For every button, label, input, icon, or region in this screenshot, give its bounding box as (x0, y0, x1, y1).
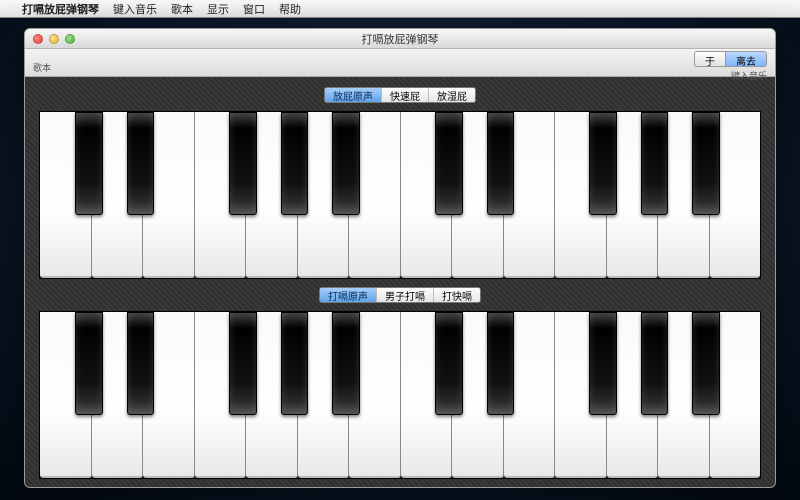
black-key[interactable] (229, 312, 256, 415)
black-key[interactable] (641, 112, 668, 215)
window-titlebar: 打嗝放屁弹钢琴 (25, 29, 775, 49)
menu-app[interactable]: 打嗝放屁弹钢琴 (22, 1, 99, 17)
segmented-option[interactable]: 放湿屁 (429, 88, 475, 102)
about-button[interactable]: 于 (694, 51, 725, 67)
menu-item[interactable]: 帮助 (279, 1, 301, 17)
toolbar-button-group: 于 离去 (694, 51, 767, 67)
black-key[interactable] (229, 112, 256, 215)
sound-mode-segmented-bottom[interactable]: 打嗝原声男子打嗝打快嗝 (319, 287, 481, 303)
black-key[interactable] (692, 312, 719, 415)
segmented-option[interactable]: 打嗝原声 (320, 288, 377, 302)
window-toolbar: 歌本 于 离去 键入音乐 (25, 49, 775, 77)
black-key[interactable] (332, 312, 359, 415)
segmented-option[interactable]: 快速屁 (382, 88, 429, 102)
segmented-option[interactable]: 打快嗝 (434, 288, 480, 302)
black-key[interactable] (692, 112, 719, 215)
segmented-option[interactable]: 放屁原声 (325, 88, 382, 102)
black-key[interactable] (281, 112, 308, 215)
black-key[interactable] (641, 312, 668, 415)
black-key[interactable] (332, 112, 359, 215)
black-key[interactable] (435, 312, 462, 415)
system-menubar: 打嗝放屁弹钢琴 键入音乐 歌本 显示 窗口 帮助 (0, 0, 800, 18)
minimize-icon[interactable] (49, 34, 59, 44)
menu-item[interactable]: 歌本 (171, 1, 193, 17)
menu-item[interactable]: 键入音乐 (113, 1, 157, 17)
close-icon[interactable] (33, 34, 43, 44)
black-key[interactable] (487, 112, 514, 215)
black-key[interactable] (435, 112, 462, 215)
window-title: 打嗝放屁弹钢琴 (25, 31, 775, 47)
menu-item[interactable]: 显示 (207, 1, 229, 17)
black-key[interactable] (127, 312, 154, 415)
segmented-option[interactable]: 男子打嗝 (377, 288, 434, 302)
leave-button[interactable]: 离去 (725, 51, 767, 67)
black-key[interactable] (589, 312, 616, 415)
black-key[interactable] (127, 112, 154, 215)
toolbar-label-songbook[interactable]: 歌本 (33, 61, 51, 74)
black-key[interactable] (75, 112, 102, 215)
black-key[interactable] (487, 312, 514, 415)
piano-area: 放屁原声快速屁放湿屁 打嗝原声男子打嗝打快嗝 (25, 77, 775, 487)
sound-mode-segmented-top[interactable]: 放屁原声快速屁放湿屁 (324, 87, 476, 103)
zoom-icon[interactable] (65, 34, 75, 44)
keyboard-top[interactable] (39, 111, 761, 279)
black-key[interactable] (281, 312, 308, 415)
black-key[interactable] (589, 112, 616, 215)
app-window: 打嗝放屁弹钢琴 歌本 于 离去 键入音乐 放屁原声快速屁放湿屁 打嗝原声男子打嗝… (24, 28, 776, 488)
keyboard-bottom[interactable] (39, 311, 761, 479)
toolbar-label-type-music[interactable]: 键入音乐 (731, 69, 767, 82)
black-key[interactable] (75, 312, 102, 415)
window-controls (33, 34, 75, 44)
menu-item[interactable]: 窗口 (243, 1, 265, 17)
